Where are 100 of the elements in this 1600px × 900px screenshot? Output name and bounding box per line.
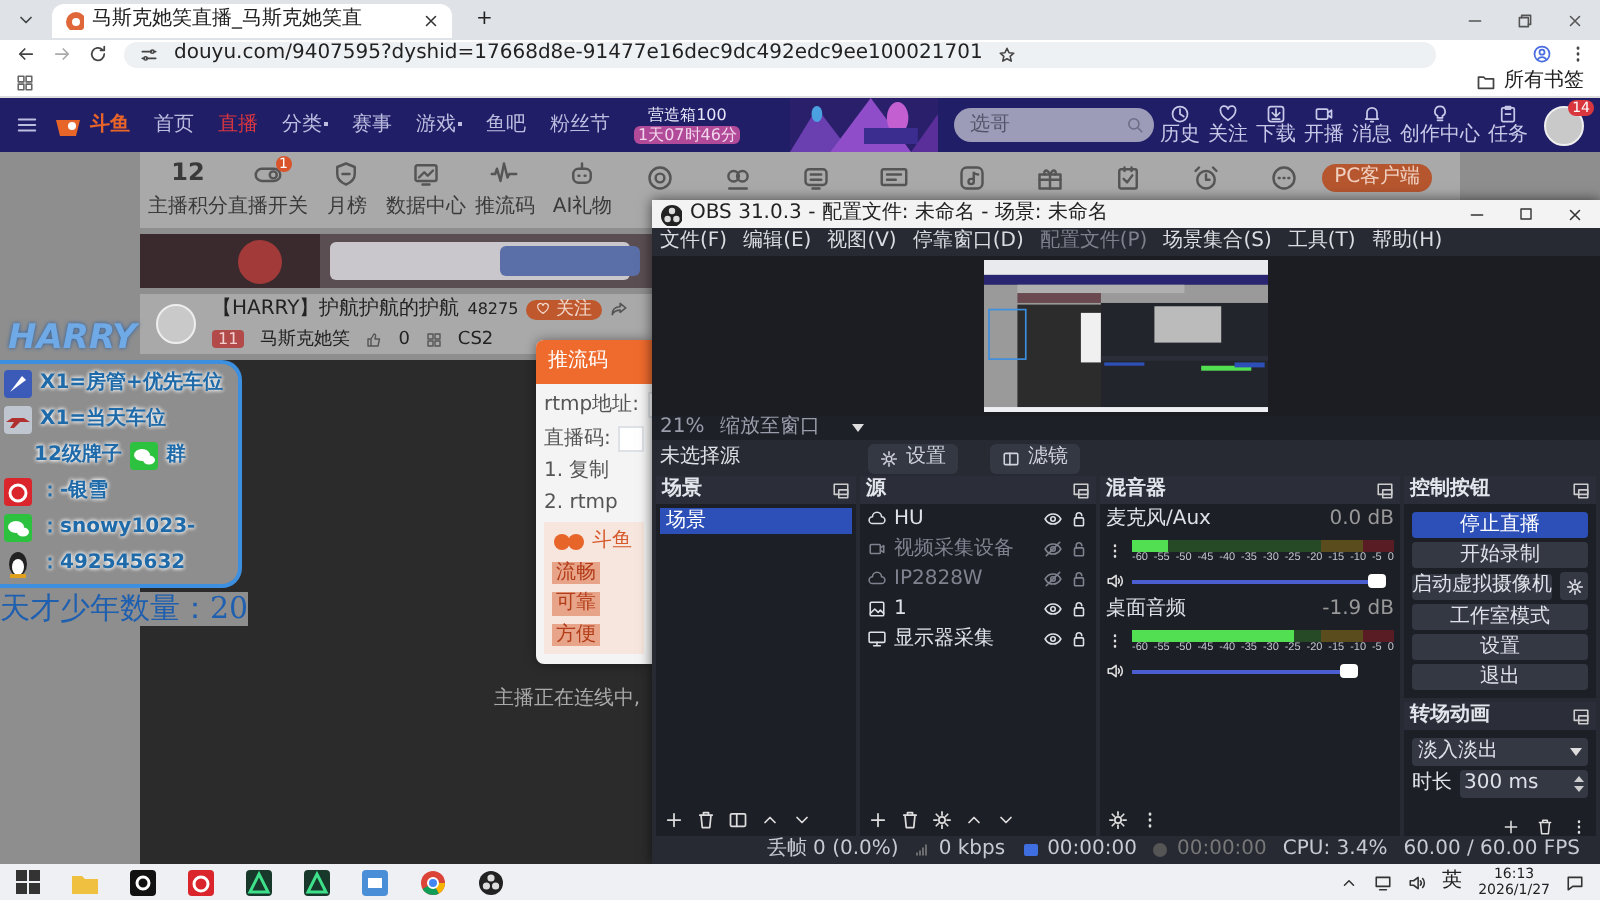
toolbar-label[interactable]: 直播开关 (228, 196, 308, 220)
nav-link[interactable]: 鱼吧 (478, 113, 534, 137)
follower-count: 48275 (467, 300, 519, 319)
feature-tag: 可靠 (552, 592, 600, 615)
feature-tag: 方便 (552, 623, 600, 646)
dock-title: 源 (866, 478, 886, 502)
control-button[interactable]: 退出 (1412, 664, 1588, 690)
status-text: 0 kbps (938, 838, 1006, 862)
new-tab-button[interactable]: + (476, 8, 493, 32)
nav-action-label[interactable]: 下载 (1256, 123, 1296, 147)
source-item[interactable]: 视频采集设备 (860, 534, 1096, 564)
db-reading: 0.0 dB (1329, 508, 1394, 531)
properties-button[interactable]: 设置 (868, 443, 958, 473)
menu-item[interactable]: 帮助(H) (1371, 230, 1443, 254)
promo-title: 营造箱100 (648, 106, 727, 125)
db-reading: -1.9 dB (1322, 598, 1394, 621)
nav-link[interactable]: 赛事 (344, 113, 400, 137)
nav-action-label[interactable]: 任务 (1488, 123, 1528, 147)
scene-item[interactable]: 场景 (660, 508, 852, 534)
feature-tag: 流畅 (552, 561, 600, 584)
menu-item[interactable]: 停靠窗口(D) (912, 230, 1024, 254)
like-count: 0 (398, 329, 410, 350)
address-bar[interactable]: douyu.com/9407595?dyshid=17668d8e-91477e16dec9dc492edc9ee100021701 (124, 41, 1436, 67)
filters-button[interactable]: 滤镜 (990, 443, 1080, 473)
toolbar-label[interactable]: AI礼物 (552, 196, 613, 220)
score-value: 12 (171, 160, 205, 189)
field-label: 直播码: (544, 427, 611, 451)
nav-action-label[interactable]: 历史 (1160, 123, 1200, 147)
window-title: OBS 31.0.3 - 配置文件: 未命名 - 场景: 未命名 (690, 202, 1108, 226)
menu-item[interactable]: 工具(T) (1287, 230, 1356, 254)
overlay-logo: HARRY (8, 320, 137, 360)
control-button[interactable]: 停止直播 (1412, 512, 1588, 538)
status-text: 00:00:00 (1176, 838, 1267, 862)
toolbar-label[interactable]: 月榜 (326, 196, 367, 220)
dock-title: 控制按钮 (1410, 478, 1490, 502)
all-bookmarks-link[interactable]: 所有书签 (1504, 70, 1584, 94)
overlay-text: X1=当天车位 (40, 407, 167, 431)
nav-link[interactable]: 粉丝节 (542, 113, 618, 137)
source-item[interactable]: HU (860, 504, 1096, 534)
overlay-text: 12级牌子 (34, 443, 122, 467)
streamer-name[interactable]: 马斯克她笑 (260, 329, 351, 350)
search-field[interactable]: 选哥 (954, 108, 1154, 142)
url-text: douyu.com/9407595?dyshid=17668d8e-91477e16dec9dc492edc9ee100021701 (174, 42, 983, 66)
nav-action-label[interactable]: 开播 (1304, 123, 1344, 147)
channel-name: 麦克风/Aux (1106, 508, 1211, 531)
nav-action-label[interactable]: 创作中心 (1400, 123, 1480, 147)
nav-action-label[interactable]: 消息 (1352, 123, 1392, 147)
toolbar-label[interactable]: 推流码 (474, 196, 535, 220)
duration-label: 时长 (1412, 772, 1452, 796)
nav-link[interactable]: 首页 (146, 113, 202, 137)
transition-dropdown[interactable]: 淡入淡出 (1412, 738, 1588, 766)
toolbar-label[interactable]: 数据中心 (385, 196, 466, 220)
dock-title: 转场动画 (1410, 704, 1490, 728)
level-badge: 11 (212, 330, 245, 349)
menu-item[interactable]: 编辑(E) (743, 230, 812, 254)
dock-title: 场景 (662, 478, 702, 502)
channel-name: 桌面音频 (1106, 598, 1186, 621)
overlay-text: ：snowy1023- (40, 515, 196, 539)
nav-action-label[interactable]: 关注 (1208, 123, 1248, 147)
status-text: CPU: 3.4% (1282, 838, 1388, 862)
site-logo-text[interactable]: 斗鱼 (90, 113, 130, 137)
no-source-label: 未选择源 (660, 446, 740, 470)
brand-text: 斗鱼 (592, 530, 632, 553)
source-name: IP2828W (894, 567, 985, 591)
instruction-text: 1. 复制 (544, 460, 612, 483)
tab-title: 马斯克她笑直播_马斯克她笑直 (92, 8, 364, 32)
stream-status-text: 主播正在连线中, (493, 687, 640, 710)
overlay-text: ：-银雪 (40, 479, 109, 503)
dock-title: 混音器 (1106, 478, 1166, 502)
control-button[interactable]: 启动虚拟摄像机 (1412, 573, 1552, 599)
scale-dropdown[interactable]: 缩放至窗口 (720, 416, 865, 440)
control-button[interactable]: 设置 (1412, 634, 1588, 660)
overlay-text: 群 (165, 443, 186, 467)
dialog-title: 推流码 (548, 350, 608, 374)
counter-text: 天才少年数量：20 (0, 591, 249, 626)
game-category[interactable]: CS2 (457, 329, 494, 350)
status-text: 60.00 / 60.00 FPS (1403, 838, 1580, 862)
menu-item[interactable]: 视图(V) (827, 230, 897, 254)
menu-item[interactable]: 场景集合(S) (1163, 230, 1272, 254)
nav-link[interactable]: 游戏 (408, 113, 470, 137)
toolbar-label[interactable]: 主播积分 (148, 196, 228, 220)
source-name: HU (894, 507, 926, 531)
promo-timer: 1天07时46分 (634, 125, 741, 144)
source-item[interactable]: 1 (860, 594, 1096, 624)
instruction-text: 2. rtmp (544, 491, 620, 514)
control-button[interactable]: 开始录制 (1412, 542, 1588, 568)
source-name: 视频采集设备 (894, 537, 1016, 561)
source-name: 显示器采集 (894, 627, 996, 651)
source-item[interactable]: IP2828W (860, 564, 1096, 594)
menu-item[interactable]: 文件(F) (660, 230, 728, 254)
duration-field[interactable]: 300 ms (1460, 770, 1588, 798)
control-button[interactable]: 工作室模式 (1412, 604, 1588, 630)
source-item[interactable]: 显示器采集 (860, 624, 1096, 654)
field-label: rtmp地址: (544, 393, 639, 417)
overlay-text: X1=房管+优先车位 (40, 371, 223, 395)
browser-tab[interactable]: 马斯克她笑直播_马斯克她笑直 (52, 3, 452, 37)
nav-link[interactable]: 分类 (274, 113, 336, 137)
ime-indicator[interactable]: 英 (1442, 870, 1463, 894)
status-text: 00:00:00 (1047, 838, 1137, 862)
zoom-value: 21% (660, 416, 705, 440)
